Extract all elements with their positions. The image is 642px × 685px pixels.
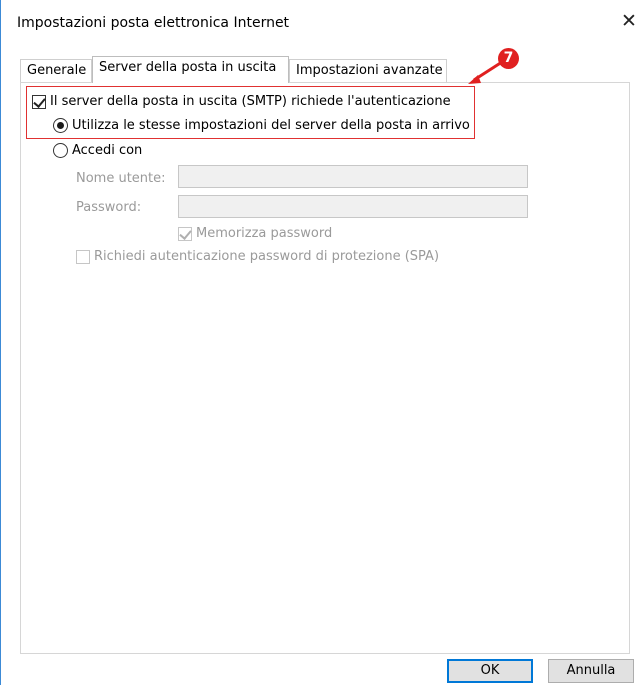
login-with-label: Accedi con <box>72 143 143 158</box>
username-field[interactable] <box>178 165 528 188</box>
username-label: Nome utente: <box>76 171 166 186</box>
spa-checkbox[interactable] <box>76 249 90 264</box>
cancel-button[interactable]: Annulla <box>548 659 634 683</box>
annotation-callout-badge: 7 <box>498 48 519 69</box>
remember-password-label: Memorizza password <box>196 226 333 241</box>
password-field[interactable] <box>178 195 528 218</box>
remember-password-checkbox[interactable] <box>178 226 192 241</box>
remember-password-option[interactable]: Memorizza password <box>178 226 332 241</box>
smtp-auth-option[interactable]: Il server della posta in uscita (SMTP) r… <box>32 94 451 109</box>
spa-option[interactable]: Richiedi autenticazione password di prot… <box>76 249 439 264</box>
dialog-title: Impostazioni posta elettronica Internet <box>17 15 290 31</box>
spa-label: Richiedi autenticazione password di prot… <box>94 249 440 264</box>
close-icon[interactable]: ✕ <box>619 10 639 32</box>
login-with-option[interactable]: Accedi con <box>53 143 142 158</box>
tab-general[interactable]: Generale <box>20 59 92 82</box>
ok-button[interactable]: OK <box>447 659 533 683</box>
smtp-auth-label: Il server della posta in uscita (SMTP) r… <box>50 94 451 109</box>
use-same-settings-option[interactable]: Utilizza le stesse impostazioni del serv… <box>53 118 470 133</box>
tab-advanced-settings[interactable]: Impostazioni avanzate <box>289 59 447 82</box>
tab-outgoing-server[interactable]: Server della posta in uscita <box>92 56 289 83</box>
smtp-auth-checkbox[interactable] <box>32 94 46 109</box>
use-same-settings-radio[interactable] <box>53 118 68 133</box>
tab-bar: Generale Server della posta in uscita Im… <box>20 56 480 83</box>
dialog-window: Impostazioni posta elettronica Internet … <box>0 0 642 685</box>
login-with-radio[interactable] <box>53 143 68 158</box>
use-same-settings-label: Utilizza le stesse impostazioni del serv… <box>72 118 470 133</box>
password-label: Password: <box>76 200 142 215</box>
